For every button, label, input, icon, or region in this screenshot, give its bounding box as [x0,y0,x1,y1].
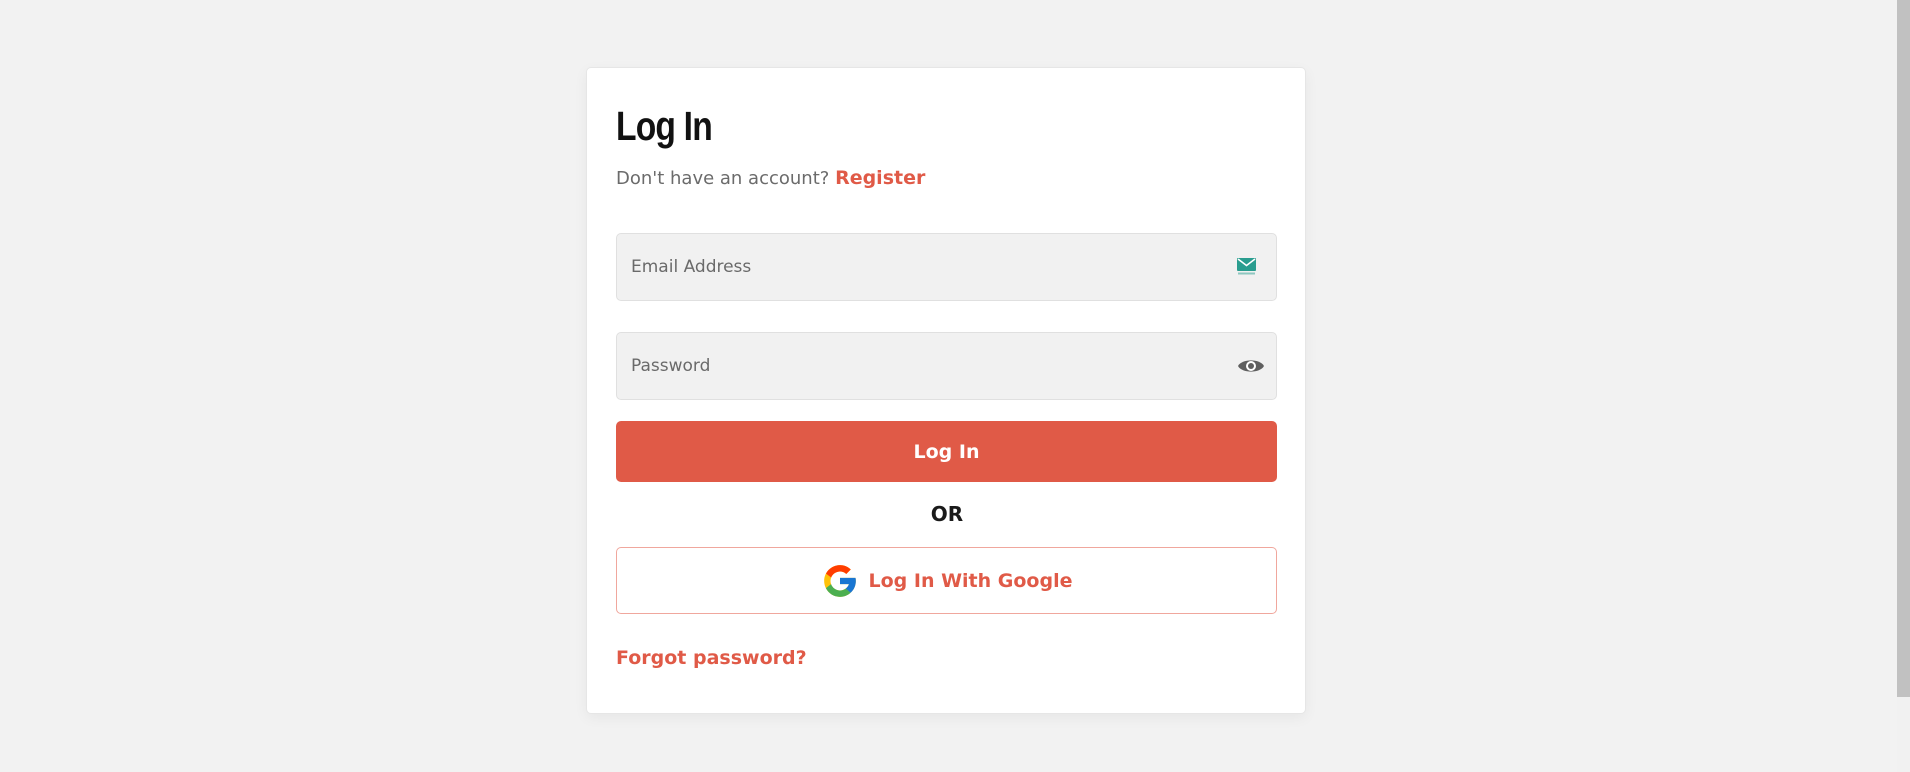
password-input[interactable] [617,333,1217,399]
google-login-label: Log In With Google [868,569,1073,592]
eye-icon[interactable] [1237,356,1265,376]
login-button[interactable]: Log In [616,421,1277,482]
login-card: Log In Don't have an account? Register L… [586,67,1306,714]
register-prompt-text: Don't have an account? [616,168,830,189]
email-input[interactable] [617,234,1217,300]
or-divider: OR [930,502,964,526]
scrollbar[interactable] [1897,0,1910,772]
scrollbar-thumb[interactable] [1897,0,1910,697]
google-icon [823,564,856,597]
email-field[interactable] [616,233,1277,301]
google-login-button[interactable]: Log In With Google [616,547,1277,614]
register-link[interactable]: Register [835,167,925,189]
page-title: Log In [616,103,713,149]
register-prompt: Don't have an account? Register [616,167,925,189]
envelope-icon [1237,258,1256,275]
password-field[interactable] [616,332,1277,400]
forgot-password-link[interactable]: Forgot password? [616,647,807,669]
